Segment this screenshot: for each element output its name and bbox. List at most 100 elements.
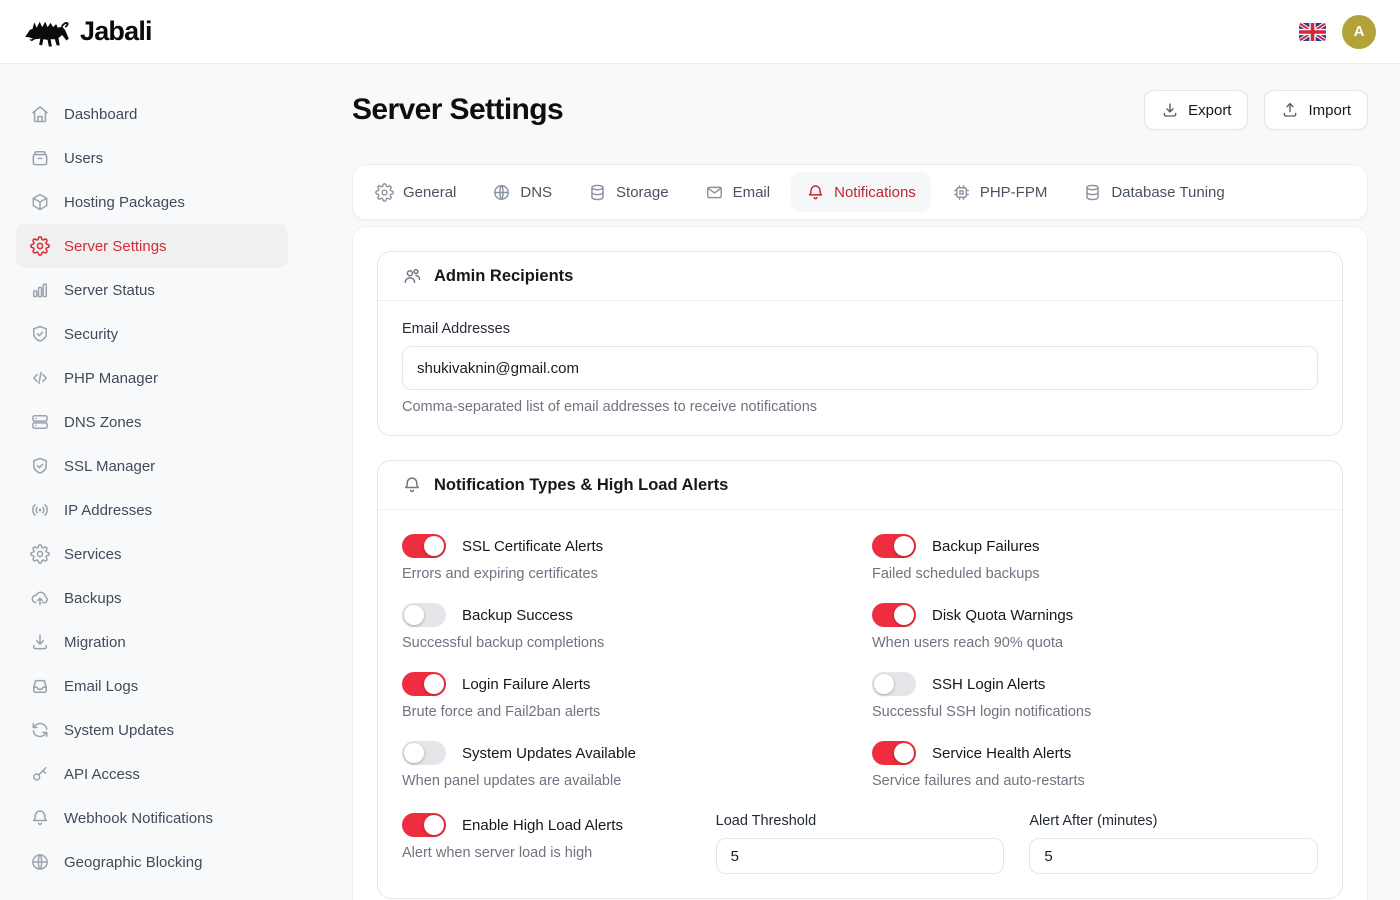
sidebar-item-label: Hosting Packages xyxy=(64,194,185,211)
users-group-icon xyxy=(402,266,422,286)
sidebar-item-label: DNS Zones xyxy=(64,414,142,431)
tab-notifications[interactable]: Notifications xyxy=(791,172,931,212)
toggle-switch[interactable] xyxy=(402,813,446,837)
sidebar-item-php-manager[interactable]: PHP Manager xyxy=(16,356,288,400)
import-button[interactable]: Import xyxy=(1264,90,1368,130)
alert-after-input[interactable] xyxy=(1029,838,1318,874)
toggle-item-login-failure-alerts: Login Failure Alerts Brute force and Fai… xyxy=(402,672,848,720)
toggle-label: Login Failure Alerts xyxy=(462,676,590,693)
tab-email[interactable]: Email xyxy=(690,172,786,212)
tab-database-tuning[interactable]: Database Tuning xyxy=(1068,172,1239,212)
sidebar: Dashboard Users Hosting Packages Server … xyxy=(0,64,304,900)
shield-icon xyxy=(30,456,50,476)
toggle-label: System Updates Available xyxy=(462,745,636,762)
toggle-description: Service failures and auto-restarts xyxy=(872,773,1318,789)
toggle-switch[interactable] xyxy=(872,534,916,558)
avatar[interactable]: A xyxy=(1342,15,1376,49)
sidebar-item-ssl-manager[interactable]: SSL Manager xyxy=(16,444,288,488)
tab-php-fpm[interactable]: PHP-FPM xyxy=(937,172,1063,212)
sidebar-item-dashboard[interactable]: Dashboard xyxy=(16,92,288,136)
server-icon xyxy=(30,412,50,432)
globe-icon xyxy=(492,183,511,202)
sidebar-item-api-access[interactable]: API Access xyxy=(16,752,288,796)
key-icon xyxy=(30,764,50,784)
sidebar-item-server-settings[interactable]: Server Settings xyxy=(16,224,288,268)
sidebar-item-label: Security xyxy=(64,326,118,343)
sidebar-item-geographic-blocking[interactable]: Geographic Blocking xyxy=(16,840,288,884)
gear-icon xyxy=(375,183,394,202)
sidebar-item-label: System Updates xyxy=(64,722,174,739)
toggle-switch[interactable] xyxy=(402,603,446,627)
email-addresses-help: Comma-separated list of email addresses … xyxy=(402,399,1318,415)
toggle-item-enable-high-load-alerts: Enable High Load Alerts Alert when serve… xyxy=(402,813,691,874)
sidebar-item-hosting-packages[interactable]: Hosting Packages xyxy=(16,180,288,224)
page-title: Server Settings xyxy=(352,93,563,127)
gear-icon xyxy=(30,236,50,256)
gear-icon xyxy=(30,544,50,564)
sidebar-item-system-updates[interactable]: System Updates xyxy=(16,708,288,752)
toggle-item-ssh-login-alerts: SSH Login Alerts Successful SSH login no… xyxy=(872,672,1318,720)
toggle-label: Service Health Alerts xyxy=(932,745,1071,762)
toggle-description: Successful SSH login notifications xyxy=(872,704,1318,720)
toggle-label: SSL Certificate Alerts xyxy=(462,538,603,555)
sidebar-item-label: Geographic Blocking xyxy=(64,854,202,871)
boar-logo-icon xyxy=(24,16,70,48)
database-icon xyxy=(1083,183,1102,202)
top-header: Jabali A xyxy=(0,0,1400,64)
sidebar-item-ip-addresses[interactable]: IP Addresses xyxy=(16,488,288,532)
card-title: Admin Recipients xyxy=(434,267,573,286)
sidebar-item-server-status[interactable]: Server Status xyxy=(16,268,288,312)
toggle-item-backup-failures: Backup Failures Failed scheduled backups xyxy=(872,534,1318,582)
toggle-switch[interactable] xyxy=(402,741,446,765)
tab-dns[interactable]: DNS xyxy=(477,172,567,212)
toggle-description: Alert when server load is high xyxy=(402,845,691,861)
toggle-description: When users reach 90% quota xyxy=(872,635,1318,651)
brand-logo[interactable]: Jabali xyxy=(24,16,152,48)
export-button[interactable]: Export xyxy=(1144,90,1248,130)
globe-icon xyxy=(30,852,50,872)
toggle-switch[interactable] xyxy=(402,672,446,696)
toggle-label: Disk Quota Warnings xyxy=(932,607,1073,624)
sidebar-item-dns-zones[interactable]: DNS Zones xyxy=(16,400,288,444)
code-icon xyxy=(30,368,50,388)
load-threshold-field: Load Threshold xyxy=(716,813,1005,874)
tab-label: General xyxy=(403,184,456,201)
sidebar-item-webhook-notifications[interactable]: Webhook Notifications xyxy=(16,796,288,840)
load-threshold-input[interactable] xyxy=(716,838,1005,874)
tab-general[interactable]: General xyxy=(360,172,471,212)
cloud-up-icon xyxy=(30,588,50,608)
mail-icon xyxy=(705,183,724,202)
toggle-switch[interactable] xyxy=(872,741,916,765)
database-icon xyxy=(588,183,607,202)
brand-name: Jabali xyxy=(80,16,152,47)
sidebar-item-label: Migration xyxy=(64,634,126,651)
download-icon xyxy=(30,632,50,652)
toggle-description: Brute force and Fail2ban alerts xyxy=(402,704,848,720)
toggle-switch[interactable] xyxy=(872,672,916,696)
toggle-item-backup-success: Backup Success Successful backup complet… xyxy=(402,603,848,651)
uk-flag-icon[interactable] xyxy=(1299,23,1326,41)
bell-icon xyxy=(30,808,50,828)
card-title: Notification Types & High Load Alerts xyxy=(434,476,728,495)
settings-tabbar: General DNS Storage Email Notifications … xyxy=(352,164,1368,220)
sidebar-item-users[interactable]: Users xyxy=(16,136,288,180)
chart-icon xyxy=(30,280,50,300)
notifications-panel: Admin Recipients Email Addresses Comma-s… xyxy=(352,226,1368,900)
package-icon xyxy=(30,192,50,212)
sidebar-item-label: Users xyxy=(64,150,103,167)
sidebar-item-services[interactable]: Services xyxy=(16,532,288,576)
sidebar-item-migration[interactable]: Migration xyxy=(16,620,288,664)
sidebar-item-label: API Access xyxy=(64,766,140,783)
shield-icon xyxy=(30,324,50,344)
tab-label: DNS xyxy=(520,184,552,201)
sidebar-item-email-logs[interactable]: Email Logs xyxy=(16,664,288,708)
toggle-switch[interactable] xyxy=(872,603,916,627)
toggle-item-disk-quota-warnings: Disk Quota Warnings When users reach 90%… xyxy=(872,603,1318,651)
toggle-switch[interactable] xyxy=(402,534,446,558)
email-addresses-input[interactable] xyxy=(402,346,1318,390)
sidebar-item-security[interactable]: Security xyxy=(16,312,288,356)
sidebar-item-label: PHP Manager xyxy=(64,370,158,387)
bell-icon xyxy=(806,183,825,202)
sidebar-item-backups[interactable]: Backups xyxy=(16,576,288,620)
tab-storage[interactable]: Storage xyxy=(573,172,684,212)
